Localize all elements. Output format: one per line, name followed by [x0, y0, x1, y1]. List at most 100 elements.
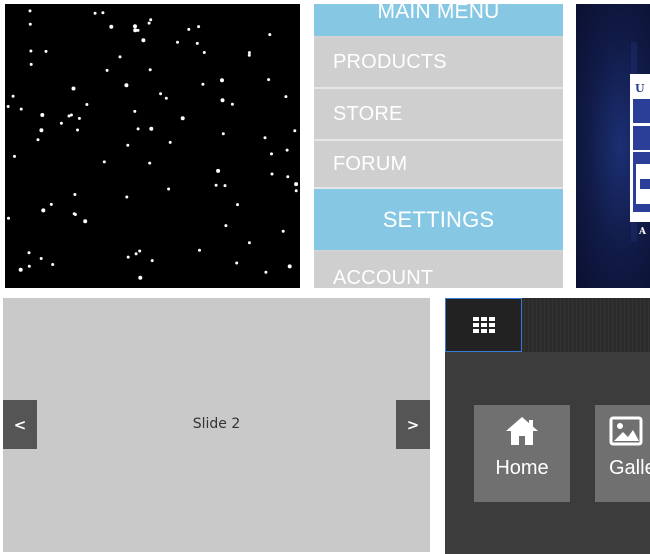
star-dot — [101, 11, 105, 15]
star-dot — [285, 148, 289, 152]
star-dot — [6, 105, 10, 108]
menu-item-products[interactable]: PRODUCTS — [314, 38, 563, 89]
star-dot — [159, 92, 163, 96]
star-dot — [28, 9, 32, 13]
star-dot — [264, 270, 268, 274]
grid-icon — [472, 317, 495, 333]
star-dot — [40, 113, 45, 117]
star-dot — [235, 261, 239, 265]
star-dot — [7, 216, 10, 220]
star-dot — [44, 49, 48, 53]
menu-item-forum[interactable]: FORUM — [314, 141, 563, 189]
star-dot — [281, 229, 285, 233]
metro-tile-gallery-label: Gallery — [609, 457, 650, 479]
metro-tile-gallery[interactable]: Gallery — [595, 405, 650, 502]
star-dot — [293, 129, 297, 133]
star-dot — [149, 18, 153, 22]
home-icon — [506, 417, 538, 445]
star-dot — [134, 252, 138, 256]
menu-item-store[interactable]: STORE — [314, 89, 563, 141]
star-dot — [27, 264, 31, 268]
star-dot — [148, 161, 152, 165]
star-dot — [73, 193, 77, 196]
star-dot — [138, 249, 142, 253]
star-dot — [71, 86, 76, 91]
grid-menu-button[interactable] — [445, 298, 522, 352]
star-dot — [49, 202, 53, 206]
star-dot — [286, 175, 290, 179]
menu-item-settings[interactable]: SETTINGS — [314, 189, 563, 250]
star-dot — [267, 78, 271, 82]
star-dot — [270, 172, 274, 176]
star-dot — [126, 143, 130, 147]
star-dot — [125, 195, 129, 199]
star-dot — [76, 128, 79, 132]
star-dot — [133, 24, 137, 29]
star-dot — [28, 22, 32, 26]
star-dot — [247, 51, 251, 55]
starfield-svg — [6, 9, 299, 280]
star-dot — [141, 38, 146, 43]
star-dot — [164, 96, 168, 100]
star-dot — [198, 248, 201, 252]
logo-banner: U A — [576, 4, 650, 288]
star-dot — [220, 98, 225, 103]
star-dot — [51, 263, 55, 266]
star-dot — [201, 82, 205, 86]
main-menu: MAIN MENU PRODUCTS STORE FORUM SETTINGS … — [314, 4, 563, 288]
star-dot — [83, 219, 88, 224]
star-dot — [197, 25, 201, 29]
star-dot — [236, 203, 239, 207]
star-dot — [148, 68, 152, 72]
logo-letter-u: U — [635, 82, 645, 95]
star-dot — [77, 116, 81, 120]
star-dot — [133, 28, 138, 33]
star-dot — [247, 53, 251, 57]
logo-letter-a: A — [638, 227, 647, 237]
menu-item-account[interactable]: ACCOUNT — [314, 252, 563, 288]
slide-caption: Slide 2 — [192, 416, 241, 432]
slider-prev-button[interactable]: < — [3, 400, 37, 449]
star-dot — [93, 11, 97, 15]
star-dot — [221, 132, 225, 136]
star-dot — [214, 183, 218, 187]
star-dot — [133, 109, 137, 113]
starfield-canvas — [5, 4, 300, 288]
star-dot — [180, 116, 185, 121]
star-dot — [39, 257, 43, 260]
star-dot — [118, 55, 122, 59]
star-dot — [230, 102, 234, 106]
star-dot — [263, 136, 267, 140]
star-dot — [149, 126, 154, 131]
menu-title: MAIN MENU — [314, 4, 563, 36]
star-dot — [136, 127, 140, 131]
star-dot — [150, 259, 154, 263]
star-dot — [195, 41, 199, 45]
star-dot — [167, 187, 171, 191]
star-dot — [29, 49, 33, 53]
star-dot — [13, 154, 16, 158]
image-icon — [609, 416, 643, 446]
star-dot — [287, 264, 292, 269]
star-dot — [294, 189, 298, 193]
star-dot — [247, 241, 251, 245]
star-dot — [27, 251, 31, 255]
star-dot — [124, 83, 129, 88]
star-dot — [176, 40, 179, 44]
star-dot — [147, 21, 151, 25]
star-dot — [126, 255, 130, 259]
star-dot — [18, 267, 23, 272]
star-dot — [72, 212, 76, 216]
star-dot — [270, 152, 273, 156]
star-dot — [39, 128, 44, 133]
slider-next-button[interactable]: > — [396, 400, 430, 449]
logo-emblem: U A — [630, 42, 650, 242]
star-dot — [59, 121, 63, 125]
metro-tile-home[interactable]: Home — [474, 405, 570, 502]
star-dot — [29, 62, 33, 66]
star-dot — [36, 138, 40, 142]
star-dot — [216, 168, 221, 173]
star-dot — [11, 94, 15, 98]
star-dot — [85, 103, 89, 106]
star-dot — [284, 95, 288, 99]
